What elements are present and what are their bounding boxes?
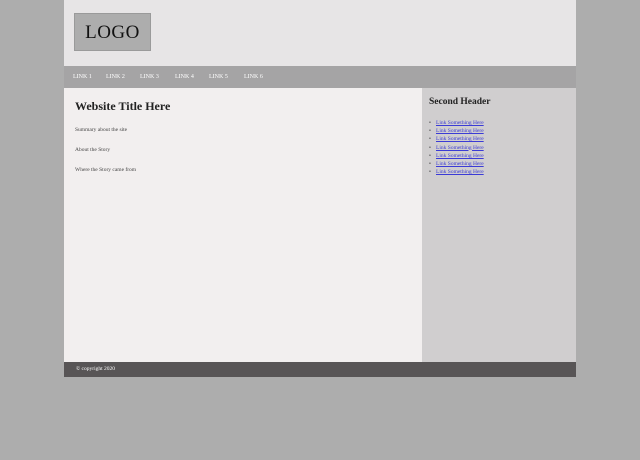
sidebar-heading: Second Header (429, 97, 491, 107)
bullet-icon: • (429, 160, 431, 167)
bullet-icon: • (429, 152, 431, 159)
sidebar-list-item: • Link Something Here (429, 152, 484, 160)
bullet-icon: • (429, 128, 431, 135)
page-title: Website Title Here (75, 99, 171, 113)
sidebar-list-item: • Link Something Here (429, 119, 484, 127)
origin-paragraph: Where the Story came from (75, 167, 137, 173)
nav-link-3[interactable]: LINK 3 (140, 66, 159, 88)
nav-link-2[interactable]: LINK 2 (106, 66, 125, 88)
about-paragraph: About the Story (75, 147, 111, 153)
site-footer: © copyright 2020 (64, 362, 576, 377)
nav-link-1[interactable]: LINK 1 (73, 66, 92, 88)
sidebar-list-item: • Link Something Here (429, 160, 484, 168)
nav-link-6[interactable]: LINK 6 (244, 66, 263, 88)
sidebar-link[interactable]: Link Something Here (436, 145, 484, 151)
sidebar-link[interactable]: Link Something Here (436, 120, 484, 126)
copyright-text: © copyright 2020 (76, 366, 116, 372)
sidebar-link[interactable]: Link Something Here (436, 153, 484, 159)
page-container: LOGO LINK 1 LINK 2 LINK 3 LINK 4 LINK 5 … (64, 0, 576, 377)
bullet-icon: • (429, 136, 431, 143)
sidebar-list-item: • Link Something Here (429, 168, 484, 176)
sidebar-link[interactable]: Link Something Here (436, 161, 484, 167)
nav-link-4[interactable]: LINK 4 (175, 66, 194, 88)
bullet-icon: • (429, 120, 431, 126)
sidebar-link-list: • Link Something Here • Link Something Her… (429, 119, 484, 176)
main-content: Website Title Here Summary about the sit… (64, 88, 422, 362)
sidebar: Second Header • Link Something Here • Link… (422, 88, 576, 362)
site-logo[interactable]: LOGO (74, 13, 151, 51)
bullet-icon: • (429, 169, 431, 176)
sidebar-link[interactable]: Link Something Here (436, 136, 484, 142)
sidebar-list-item: • Link Something Here (429, 127, 484, 135)
summary-paragraph: Summary about the site (75, 127, 128, 133)
sidebar-list-item: • Link Something Here (429, 135, 484, 143)
bullet-icon: • (429, 144, 431, 151)
sidebar-link[interactable]: Link Something Here (436, 169, 484, 175)
nav-bar: LINK 1 LINK 2 LINK 3 LINK 4 LINK 5 LINK … (64, 66, 576, 88)
sidebar-link[interactable]: Link Something Here (436, 128, 484, 134)
sidebar-list-item: • Link Something Here (429, 144, 484, 152)
nav-link-5[interactable]: LINK 5 (209, 66, 228, 88)
site-header: LOGO (64, 0, 576, 66)
